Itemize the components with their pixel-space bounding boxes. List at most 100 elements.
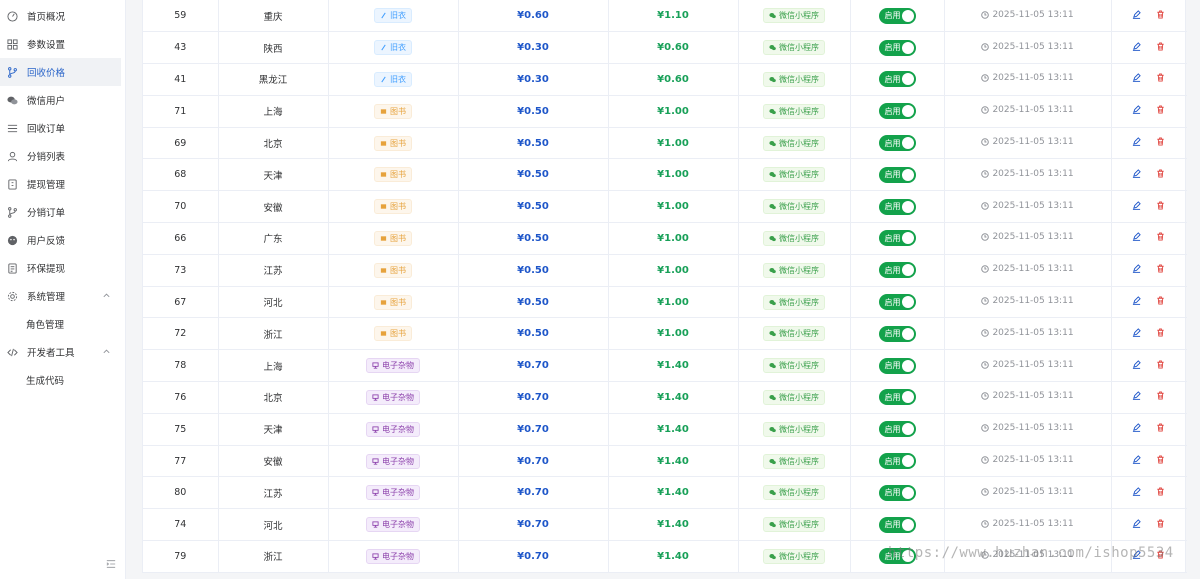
watermark: https://www.huzhan.com/ishop5534 — [888, 545, 1174, 561]
delete-icon[interactable] — [1156, 264, 1166, 274]
channel-label: 微信小程序 — [779, 233, 819, 243]
status-switch[interactable]: 启用 — [878, 135, 916, 152]
status-switch[interactable]: 启用 — [878, 230, 916, 247]
status-label: 启用 — [884, 43, 901, 53]
delete-icon[interactable] — [1156, 391, 1166, 401]
delete-icon[interactable] — [1156, 519, 1166, 529]
wechat-icon — [769, 171, 776, 178]
edit-icon[interactable] — [1132, 455, 1142, 465]
delete-icon[interactable] — [1156, 455, 1166, 465]
delete-icon[interactable] — [1156, 487, 1166, 497]
edit-icon[interactable] — [1132, 518, 1142, 529]
edit-icon[interactable] — [1132, 359, 1142, 370]
sidebar-item[interactable]: 提现管理 — [0, 170, 121, 198]
delete-icon[interactable] — [1156, 201, 1166, 211]
delete-icon[interactable] — [1156, 42, 1166, 52]
status-cell: 启用 — [850, 31, 945, 65]
edit-icon[interactable] — [1132, 232, 1142, 242]
sidebar-item[interactable]: 参数设置 — [0, 30, 121, 58]
status-switch[interactable]: 启用 — [878, 294, 916, 311]
delete-icon[interactable] — [1156, 105, 1166, 115]
edit-icon[interactable] — [1132, 73, 1142, 83]
delete-icon[interactable] — [1156, 360, 1166, 370]
collapse-icon — [106, 559, 115, 568]
status-switch[interactable]: 启用 — [878, 325, 916, 342]
delete-icon[interactable] — [1156, 232, 1166, 242]
sidebar-item[interactable]: 用户反馈 — [0, 226, 121, 254]
edit-icon[interactable] — [1132, 487, 1142, 497]
switch-knob — [901, 232, 914, 245]
edit-icon[interactable] — [1132, 9, 1142, 20]
status-switch[interactable]: 启用 — [878, 357, 916, 374]
sidebar-item[interactable]: 微信用户 — [0, 86, 121, 114]
clock-icon — [981, 329, 990, 337]
category-tag: 电子杂物 — [366, 389, 420, 405]
delete-icon[interactable] — [1156, 169, 1166, 179]
actions-cell — [1111, 63, 1187, 96]
category-tag: 图书 — [374, 135, 412, 151]
status-switch[interactable]: 启用 — [878, 7, 916, 24]
status-switch[interactable]: 启用 — [878, 516, 916, 533]
region-cell: 北京 — [218, 381, 329, 414]
category-label: 图书 — [390, 329, 406, 339]
status-switch[interactable]: 启用 — [878, 39, 916, 56]
edit-icon[interactable] — [1132, 423, 1142, 433]
status-switch[interactable]: 启用 — [878, 166, 916, 183]
clock-icon — [981, 42, 990, 51]
sidebar-item[interactable]: 回收订单 — [0, 114, 121, 142]
status-switch[interactable]: 启用 — [878, 198, 916, 215]
delete-icon[interactable] — [1156, 296, 1166, 306]
time-cell: 2025-11-05 13:11 — [944, 63, 1112, 96]
delete-icon[interactable] — [1156, 10, 1166, 20]
sidebar-item[interactable]: 生成代码 — [0, 366, 121, 394]
delete-icon[interactable] — [1156, 137, 1166, 147]
price2-cell: ¥1.40 — [608, 413, 739, 446]
wechat-icon — [769, 489, 776, 496]
edit-icon[interactable] — [1132, 169, 1142, 179]
edit-icon[interactable] — [1132, 296, 1142, 306]
recycle-price: ¥1.00 — [657, 169, 689, 181]
price1-cell: ¥0.30 — [458, 63, 609, 96]
time-text: 2025-11-05 13:11 — [992, 455, 1074, 466]
delete-icon[interactable] — [1156, 328, 1166, 338]
category-cell: 图书 — [328, 222, 459, 255]
category-cell: 电子杂物 — [328, 540, 459, 573]
sidebar-item[interactable]: 回收价格 — [0, 58, 121, 86]
created-time: 2025-11-05 13:11 — [981, 519, 1074, 529]
created-time: 2025-11-05 13:11 — [981, 360, 1074, 370]
edit-icon[interactable] — [1132, 264, 1142, 274]
edit-icon[interactable] — [1132, 391, 1142, 401]
branch-icon — [6, 206, 18, 218]
main-content[interactable]: 59 重庆 旧衣 ¥0.60 ¥1.10 微信小程序 启用 2025-11-05 13:11 4… — [126, 0, 1200, 579]
status-switch[interactable]: 启用 — [878, 103, 916, 120]
channel-label: 微信小程序 — [779, 488, 819, 498]
sidebar-item[interactable]: 分销列表 — [0, 142, 121, 170]
status-switch[interactable]: 启用 — [878, 262, 916, 279]
actions-cell — [1111, 127, 1187, 160]
delete-icon[interactable] — [1156, 73, 1166, 83]
edit-icon[interactable] — [1132, 105, 1142, 115]
switch-knob — [901, 423, 914, 436]
sidebar-item[interactable]: 系统管理 — [0, 282, 121, 310]
status-switch[interactable]: 启用 — [878, 421, 916, 438]
status-switch[interactable]: 启用 — [878, 389, 916, 406]
status-switch[interactable]: 启用 — [878, 484, 916, 501]
sidebar-item[interactable]: 角色管理 — [0, 310, 121, 338]
sidebar-item[interactable]: 首页概况 — [0, 2, 121, 30]
edit-icon[interactable] — [1132, 41, 1142, 52]
channel-label: 微信小程序 — [779, 43, 819, 53]
edit-icon[interactable] — [1132, 200, 1142, 211]
edit-icon[interactable] — [1132, 328, 1142, 338]
edit-icon[interactable] — [1132, 137, 1142, 147]
channel-cell: 微信小程序 — [738, 476, 851, 510]
category-icon — [372, 394, 379, 401]
collapse-sidebar-button[interactable] — [104, 557, 117, 570]
status-switch[interactable]: 启用 — [878, 453, 916, 470]
time-text: 2025-11-05 13:11 — [992, 137, 1074, 148]
sidebar-item[interactable]: 环保提现 — [0, 254, 121, 282]
delete-icon[interactable] — [1156, 423, 1166, 433]
status-switch[interactable]: 启用 — [878, 71, 916, 88]
switch-knob — [901, 264, 914, 277]
sidebar-item[interactable]: 分销订单 — [0, 198, 121, 226]
sidebar-item[interactable]: 开发者工具 — [0, 338, 121, 366]
